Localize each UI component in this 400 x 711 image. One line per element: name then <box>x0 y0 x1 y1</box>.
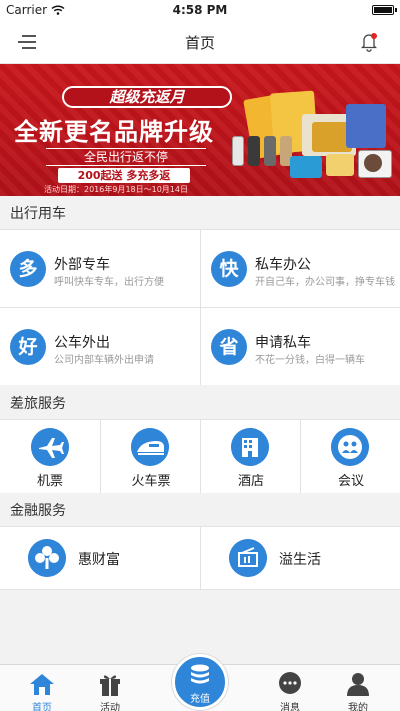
coins-icon <box>191 664 209 684</box>
travel-item-label: 火车票 <box>131 474 171 489</box>
car-service-item-apply-private[interactable]: 省 申请私车 不花一分钱，白得一辆车 <box>201 308 400 385</box>
recharge-label: 充值 <box>190 694 210 705</box>
car-service-desc: 开自己车，办公司事，挣专车钱 <box>255 277 395 288</box>
finance-item-label: 溢生活 <box>279 552 321 568</box>
travel-item-label: 机票 <box>36 474 63 489</box>
tab-mine-label: 我的 <box>348 703 368 711</box>
banner-promo: 200起送 多充多返 <box>58 168 190 183</box>
section-travel-car-header: 出行用车 <box>0 199 400 229</box>
travel-services-grid: 机票 火车票 酒店 会议 <box>0 419 400 493</box>
message-icon <box>279 672 301 694</box>
promo-banner[interactable]: 超级充返月 全新更名品牌升级 全民出行返不停 200起送 多充多返 活动日期：2… <box>0 64 400 196</box>
section-business-travel-header: 差旅服务 <box>0 389 400 419</box>
finance-item-life[interactable]: 溢生活 <box>201 527 400 589</box>
car-service-desc: 呼叫快车专车，出行方便 <box>54 277 164 288</box>
banner-headline: 全新更名品牌升级 <box>14 117 214 146</box>
banner-pill: 超级充返月 <box>62 86 232 108</box>
home-icon <box>30 674 54 695</box>
meeting-icon <box>331 428 369 466</box>
section-finance-header: 金融服务 <box>0 496 400 526</box>
car-services-grid: 多 外部专车 呼叫快车专车，出行方便 快 私车办公 开自己车，办公司事，挣专车钱… <box>0 229 400 385</box>
user-icon <box>347 673 369 696</box>
car-service-title: 外部专车 <box>54 257 110 273</box>
train-icon <box>131 428 169 466</box>
car-service-item-private-office[interactable]: 快 私车办公 开自己车，办公司事，挣专车钱 <box>201 230 400 307</box>
recharge-button[interactable]: 充值 <box>172 654 228 710</box>
travel-item-label: 酒店 <box>237 474 264 489</box>
finance-item-label: 惠财富 <box>78 552 120 568</box>
bell-icon[interactable] <box>360 32 378 52</box>
banner-subtitle: 全民出行返不停 <box>46 148 206 166</box>
tab-home[interactable]: 首页 <box>12 665 72 711</box>
tab-messages[interactable]: 消息 <box>260 665 320 711</box>
nav-bar: 首页 <box>0 20 400 64</box>
sheng-badge-icon: 省 <box>211 329 247 365</box>
finance-services-grid: 惠财富 溢生活 <box>0 526 400 590</box>
travel-item-flights[interactable]: 机票 <box>0 420 100 493</box>
car-service-desc: 公司内部车辆外出申请 <box>54 355 154 366</box>
travel-item-meeting[interactable]: 会议 <box>301 420 400 493</box>
hao-badge-icon: 好 <box>10 329 46 365</box>
gift-icon <box>100 675 120 696</box>
travel-item-train[interactable]: 火车票 <box>101 420 200 493</box>
finance-item-wealth[interactable]: 惠财富 <box>0 527 200 589</box>
tab-mine[interactable]: 我的 <box>328 665 388 711</box>
car-service-desc: 不花一分钱，白得一辆车 <box>255 355 365 366</box>
wallet-icon <box>229 539 267 577</box>
car-service-item-outside[interactable]: 多 外部专车 呼叫快车专车，出行方便 <box>0 230 200 307</box>
page-title: 首页 <box>184 34 215 52</box>
tab-home-label: 首页 <box>32 703 52 711</box>
clover-icon <box>28 539 66 577</box>
car-service-title: 申请私车 <box>255 335 311 351</box>
car-service-title: 私车办公 <box>255 257 311 273</box>
kuai-badge-icon: 快 <box>211 251 247 287</box>
tab-activity[interactable]: 活动 <box>80 665 140 711</box>
car-service-title: 公车外出 <box>54 335 110 351</box>
travel-item-label: 会议 <box>337 474 364 489</box>
duo-badge-icon: 多 <box>10 251 46 287</box>
hotel-icon <box>231 428 269 466</box>
status-time: 4:58 PM <box>172 3 228 17</box>
status-bar: Carrier 4:58 PM <box>0 0 400 20</box>
travel-item-hotel[interactable]: 酒店 <box>201 420 300 493</box>
banner-dates: 活动日期：2016年9月18日～10月14日 <box>44 185 188 194</box>
tab-activity-label: 活动 <box>100 703 120 711</box>
banner-products-image <box>230 84 400 192</box>
car-service-item-company-car[interactable]: 好 公车外出 公司内部车辆外出申请 <box>0 308 200 385</box>
airplane-icon <box>31 428 69 466</box>
tab-messages-label: 消息 <box>280 703 300 711</box>
battery-icon <box>372 5 397 15</box>
